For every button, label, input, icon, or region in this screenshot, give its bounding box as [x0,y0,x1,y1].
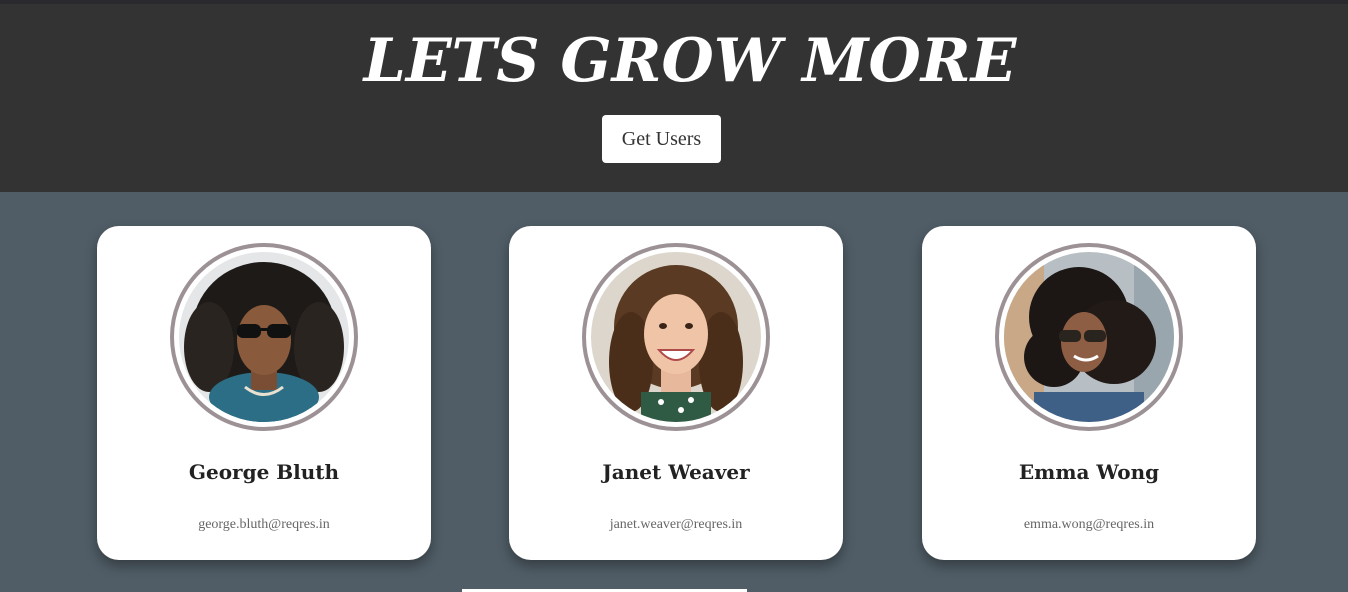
avatar-frame [582,243,770,431]
avatar-frame [995,243,1183,431]
user-email: janet.weaver@reqres.in [609,517,743,532]
user-card: Emma Wong emma.wong@reqres.in [922,226,1256,560]
get-users-button[interactable]: Get Users [602,115,721,163]
user-email: george.bluth@reqres.in [198,517,330,532]
user-name: Janet Weaver [602,460,750,484]
page-title: LETS GROW MORE [363,26,1017,96]
avatar-frame [170,243,358,431]
user-card: George Bluth george.bluth@reqres.in [97,226,431,560]
avatar [1004,252,1174,422]
avatar [179,252,349,422]
avatar [591,252,761,422]
user-card: Janet Weaver janet.weaver@reqres.in [509,226,843,560]
user-name: Emma Wong [1018,460,1160,484]
page-header: LETS GROW MORE Get Users [0,0,1348,192]
user-name: George Bluth [188,460,340,484]
user-email: emma.wong@reqres.in [1023,517,1155,532]
user-cards: George Bluth george.bluth@reqres.in Jane… [0,192,1348,592]
